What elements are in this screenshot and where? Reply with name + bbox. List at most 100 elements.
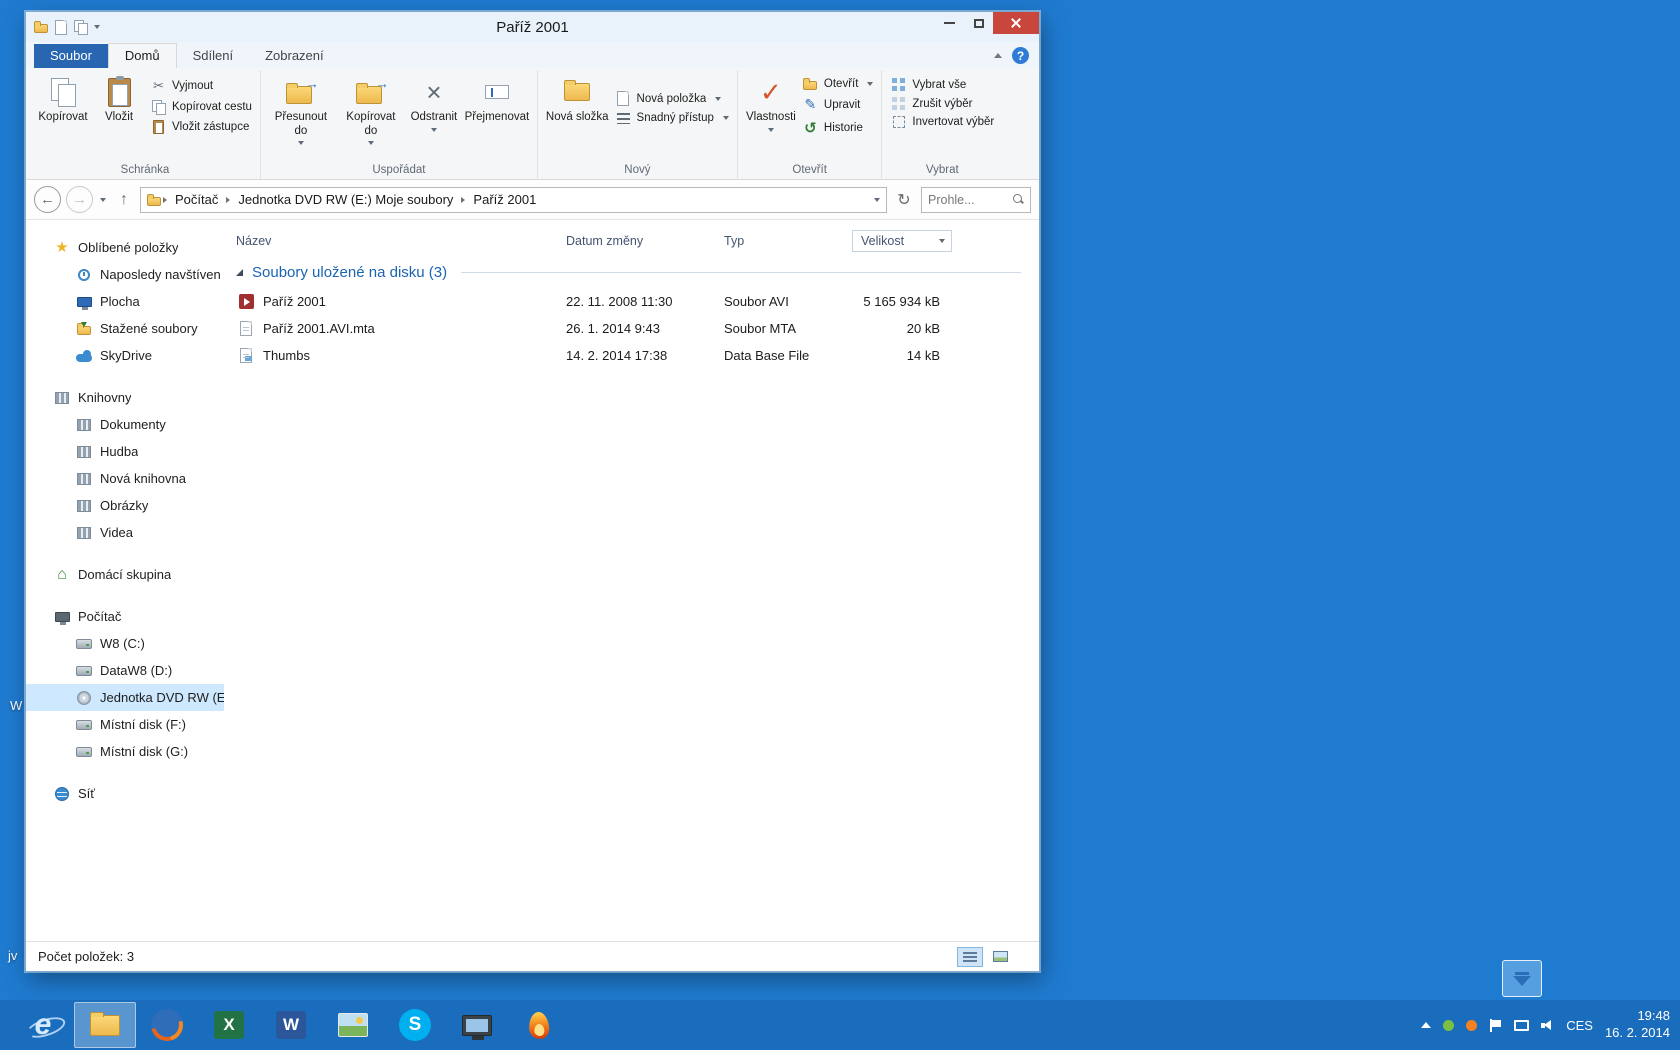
sidebar-item-drive-g[interactable]: Místní disk (G:) (26, 738, 224, 765)
sidebar-item-libraries[interactable]: Knihovny (26, 384, 224, 411)
edit-button[interactable]: ✎ Upravit (799, 95, 877, 114)
drive-icon (76, 746, 92, 757)
easy-access-button[interactable]: Snadný přístup (612, 111, 732, 125)
show-hidden-icons-button[interactable] (1421, 1022, 1432, 1028)
file-row[interactable]: Paříž 2001 22. 11. 2008 11:30 Soubor AVI… (224, 288, 1039, 315)
rename-button[interactable]: Přejmenovat (462, 72, 532, 127)
history-chevron-icon[interactable] (100, 197, 106, 202)
maximize-button[interactable] (964, 12, 993, 34)
details-view-button[interactable] (957, 946, 983, 967)
size-filter-chevron-icon[interactable] (939, 239, 945, 243)
crumb-chevron-icon[interactable] (226, 196, 231, 203)
tray-network-icon[interactable] (1514, 1019, 1530, 1031)
back-button[interactable]: ← (34, 186, 61, 213)
paste-button[interactable]: Vložit (91, 72, 147, 127)
column-header-type[interactable]: Typ (724, 234, 852, 248)
sidebar-item-recent-places[interactable]: Naposledy navštíven (26, 261, 224, 288)
qat-properties-icon[interactable] (55, 19, 67, 35)
thumbnails-view-button[interactable] (987, 947, 1013, 967)
tray-antivirus-icon[interactable] (1443, 1019, 1455, 1031)
breadcrumb-computer[interactable]: Počítač (169, 190, 224, 209)
sidebar-item-network[interactable]: Síť (26, 780, 224, 807)
properties-button[interactable]: ✓ Vlastnosti (743, 72, 799, 134)
minimize-button[interactable] (935, 12, 964, 34)
sidebar-item-homegroup[interactable]: ⌂ Domácí skupina (26, 561, 224, 588)
address-bar[interactable]: Počítač Jednotka DVD RW (E:) Moje soubor… (140, 186, 887, 213)
taskbar-photo-app[interactable] (322, 1002, 384, 1048)
address-dropdown-chevron-icon[interactable] (874, 197, 880, 202)
sidebar-item-dvd-drive[interactable]: Jednotka DVD RW (E (26, 684, 224, 711)
up-button[interactable]: ↑ (113, 191, 135, 209)
file-row[interactable]: Paříž 2001.AVI.mta 26. 1. 2014 9:43 Soub… (224, 315, 1039, 342)
paste-shortcut-button[interactable]: Vložit zástupce (147, 119, 255, 135)
invert-selection-label: Invertovat výběr (912, 116, 995, 128)
breadcrumb-drive[interactable]: Jednotka DVD RW (E:) Moje soubory (232, 190, 459, 209)
taskbar-word[interactable]: W (260, 1002, 322, 1048)
action-center-flag-icon[interactable] (1489, 1018, 1502, 1032)
select-none-button[interactable]: Zrušit výběr (887, 96, 997, 111)
taskbar-internet-explorer[interactable]: e (12, 1002, 74, 1048)
invert-selection-button[interactable]: Invertovat výběr (887, 115, 997, 129)
qat-customize-chevron-icon[interactable] (94, 25, 100, 29)
desktop-icon-label-fragment: jv (8, 948, 18, 963)
copy-button[interactable]: Kopírovat (35, 72, 91, 127)
taskbar-file-explorer[interactable] (74, 1002, 136, 1048)
sidebar-item-documents[interactable]: Dokumenty (26, 411, 224, 438)
column-header-name[interactable]: Název (236, 234, 566, 248)
delete-button[interactable]: × Odstranit (406, 72, 462, 134)
tray-updates-icon[interactable] (1466, 1019, 1478, 1031)
file-row[interactable]: Thumbs 14. 2. 2014 17:38 Data Base File … (224, 342, 1039, 369)
edit-label: Upravit (823, 98, 861, 111)
sidebar-item-favorites[interactable]: ★ Oblíbené položky (26, 234, 224, 261)
sidebar-item-videos[interactable]: Videa (26, 519, 224, 546)
ribbon-collapse-icon[interactable] (994, 53, 1002, 58)
crumb-chevron-icon[interactable] (163, 196, 167, 203)
file-type: Soubor MTA (724, 321, 797, 336)
taskbar-remote-desktop[interactable] (446, 1002, 508, 1048)
search-input[interactable] (928, 192, 1013, 207)
sidebar-item-desktop[interactable]: Plocha (26, 288, 224, 315)
language-indicator[interactable]: CES (1566, 1018, 1593, 1033)
new-folder-button[interactable]: Nová složka (543, 72, 612, 127)
scroll-helper-widget[interactable] (1502, 960, 1542, 997)
sidebar-item-drive-d[interactable]: DataW8 (D:) (26, 657, 224, 684)
forward-button[interactable]: → (66, 186, 93, 213)
column-header-size[interactable]: Velikost (852, 230, 952, 252)
tab-sdileni[interactable]: Sdílení (177, 44, 249, 68)
sidebar-item-skydrive[interactable]: SkyDrive (26, 342, 224, 369)
taskbar-clock[interactable]: 19:48 16. 2. 2014 (1605, 1008, 1670, 1042)
sidebar-item-computer[interactable]: Počítač (26, 603, 224, 630)
sidebar-item-drive-c[interactable]: W8 (C:) (26, 630, 224, 657)
cut-button[interactable]: ✂ Vyjmout (147, 77, 255, 95)
taskbar-firefox[interactable] (136, 1002, 198, 1048)
title-bar[interactable]: Paříž 2001 (26, 12, 1039, 42)
taskbar-burning-app[interactable] (508, 1002, 570, 1048)
sidebar-item-pictures[interactable]: Obrázky (26, 492, 224, 519)
tab-soubor[interactable]: Soubor (34, 44, 108, 68)
tab-zobrazeni[interactable]: Zobrazení (249, 44, 340, 68)
close-button[interactable] (993, 12, 1039, 34)
search-box[interactable] (921, 186, 1031, 213)
refresh-button[interactable]: ↻ (892, 190, 916, 210)
new-item-button[interactable]: Nová položka (612, 90, 732, 107)
taskbar-excel[interactable]: X (198, 1002, 260, 1048)
tab-domu[interactable]: Domů (107, 43, 177, 68)
file-group-header[interactable]: Soubory uložené na disku (3) (224, 256, 1039, 288)
help-icon[interactable]: ? (1012, 47, 1029, 64)
taskbar-skype[interactable]: S (384, 1002, 446, 1048)
sidebar-item-music[interactable]: Hudba (26, 438, 224, 465)
sidebar-item-downloads[interactable]: Stažené soubory (26, 315, 224, 342)
qat-new-folder-icon[interactable] (74, 20, 88, 35)
copy-path-button[interactable]: Kopírovat cestu (147, 99, 255, 115)
column-header-date[interactable]: Datum změny (566, 234, 724, 248)
tray-volume-icon[interactable] (1541, 1019, 1554, 1031)
breadcrumb-current-folder[interactable]: Paříž 2001 (467, 190, 542, 209)
crumb-chevron-icon[interactable] (461, 196, 466, 203)
select-all-button[interactable]: Vybrat vše (887, 77, 997, 92)
history-button[interactable]: ↺ Historie (799, 118, 877, 138)
copy-to-button[interactable]: → Kopírovat do (336, 72, 406, 147)
open-button[interactable]: Otevřít (799, 77, 877, 91)
sidebar-item-new-library[interactable]: Nová knihovna (26, 465, 224, 492)
move-to-button[interactable]: → Přesunout do (266, 72, 336, 147)
sidebar-item-drive-f[interactable]: Místní disk (F:) (26, 711, 224, 738)
